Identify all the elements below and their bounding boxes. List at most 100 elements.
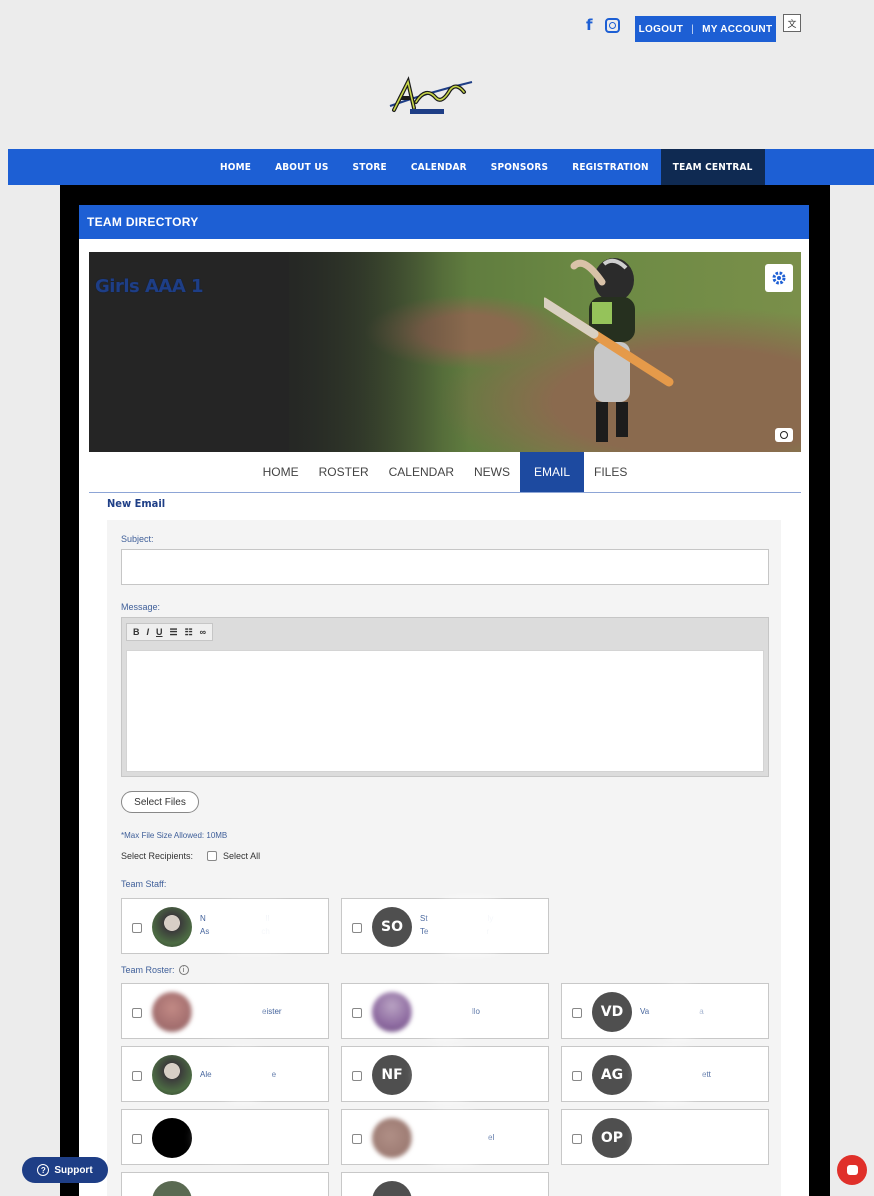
roster-card[interactable]: OP xyxy=(561,1109,769,1165)
avatar xyxy=(152,992,192,1032)
nav-item-registration[interactable]: REGISTRATION xyxy=(560,149,661,185)
message-editor: B I U ☰ ☷ ∞ xyxy=(121,617,769,777)
message-label: Message: xyxy=(121,602,161,612)
avatar: NF xyxy=(372,1055,412,1095)
select-all-checkbox[interactable] xyxy=(207,851,218,861)
tab-email[interactable]: EMAIL xyxy=(520,452,585,492)
avatar: AG xyxy=(592,1055,632,1095)
nav-item-calendar[interactable]: CALENDAR xyxy=(399,149,479,185)
recipient-checkbox[interactable] xyxy=(132,1008,142,1018)
recipient-checkbox[interactable] xyxy=(132,1134,142,1144)
nav-item-sponsors[interactable]: SPONSORS xyxy=(479,149,560,185)
support-label: Support xyxy=(54,1164,93,1176)
roster-card[interactable]: llo xyxy=(341,983,549,1039)
recipient-checkbox[interactable] xyxy=(572,1008,582,1018)
bullet-list-button[interactable]: ☰ xyxy=(170,627,178,638)
new-email-heading: New Email xyxy=(107,497,166,510)
avatar xyxy=(372,1118,412,1158)
main-nav: HOME ABOUT US STORE CALENDAR SPONSORS REGISTR… xyxy=(8,149,874,185)
roster-card[interactable] xyxy=(121,1172,329,1196)
avatar xyxy=(152,1055,192,1095)
email-form: Subject: Message: B I U ☰ ☷ ∞ Select Files *M… xyxy=(107,520,781,1196)
select-files-button[interactable]: Select Files xyxy=(121,791,199,813)
chat-icon[interactable] xyxy=(837,1155,867,1185)
gear-icon[interactable] xyxy=(765,264,793,292)
underline-button[interactable]: U xyxy=(156,627,163,637)
avatar xyxy=(152,907,192,947)
account-separator: | xyxy=(691,23,695,35)
roster-card[interactable]: eister xyxy=(121,983,329,1039)
tab-home[interactable]: HOME xyxy=(253,452,309,492)
roster-card[interactable]: el xyxy=(341,1109,549,1165)
subject-label: Subject: xyxy=(121,534,154,544)
avatar xyxy=(152,1181,192,1196)
recipient-checkbox[interactable] xyxy=(352,1134,362,1144)
avatar: OP xyxy=(592,1118,632,1158)
player-name: eister xyxy=(262,1007,282,1016)
roster-card[interactable]: AG ett xyxy=(561,1046,769,1102)
nav-item-home[interactable]: HOME xyxy=(208,149,263,185)
staff-card[interactable]: SO StlyTer xyxy=(341,898,549,954)
team-banner: Girls AAA 1 xyxy=(89,252,801,452)
roster-card[interactable] xyxy=(341,1172,549,1196)
team-roster-text: Team Roster: xyxy=(121,965,175,975)
account-bar: LOGOUT | MY ACCOUNT xyxy=(635,16,776,42)
team-subnav: HOME ROSTER CALENDAR NEWS EMAIL FILES xyxy=(89,452,801,493)
avatar: VD xyxy=(592,992,632,1032)
team-roster-label: Team Roster: i xyxy=(121,965,189,975)
translate-icon[interactable]: 文 xyxy=(783,14,801,32)
roster-card[interactable]: Ale e xyxy=(121,1046,329,1102)
roster-card[interactable]: VD Vaa xyxy=(561,983,769,1039)
my-account-link[interactable]: MY ACCOUNT xyxy=(702,24,772,35)
avatar xyxy=(372,992,412,1032)
subject-input[interactable] xyxy=(121,549,769,585)
tab-news[interactable]: NEWS xyxy=(464,452,520,492)
logout-link[interactable]: LOGOUT xyxy=(639,24,684,35)
recipient-checkbox[interactable] xyxy=(132,923,142,933)
roster-card[interactable]: NF xyxy=(341,1046,549,1102)
player-name: ett xyxy=(702,1070,711,1079)
recipient-checkbox[interactable] xyxy=(352,1071,362,1081)
team-name: Girls AAA 1 xyxy=(95,276,204,297)
nav-item-team-central[interactable]: TEAM CENTRAL xyxy=(660,149,765,185)
tab-files[interactable]: FILES xyxy=(584,452,637,492)
recipient-checkbox[interactable] xyxy=(132,1071,142,1081)
batter-image xyxy=(544,258,674,442)
instagram-icon[interactable] xyxy=(604,17,620,33)
select-recipients-label: Select Recipients: xyxy=(121,851,194,861)
avatar xyxy=(372,1181,412,1196)
max-file-size-note: *Max File Size Allowed: 10MB xyxy=(121,831,228,840)
avatar xyxy=(152,1118,192,1158)
recipient-checkbox[interactable] xyxy=(352,1008,362,1018)
camera-icon[interactable] xyxy=(775,428,793,442)
editor-toolbar: B I U ☰ ☷ ∞ xyxy=(126,623,214,641)
message-textarea[interactable] xyxy=(126,650,764,772)
numbered-list-button[interactable]: ☷ xyxy=(185,627,193,638)
player-name: llo xyxy=(472,1007,481,1016)
nav-item-store[interactable]: STORE xyxy=(341,149,399,185)
support-button[interactable]: ? Support xyxy=(22,1157,108,1183)
recipient-checkbox[interactable] xyxy=(572,1071,582,1081)
recipient-checkbox[interactable] xyxy=(572,1134,582,1144)
staff-card[interactable]: NllAsch xyxy=(121,898,329,954)
italic-button[interactable]: I xyxy=(147,627,150,637)
site-logo[interactable] xyxy=(380,72,480,122)
link-button[interactable]: ∞ xyxy=(200,627,206,637)
recipient-checkbox[interactable] xyxy=(352,923,362,933)
team-staff-text: Team Staff: xyxy=(121,879,167,889)
facebook-icon[interactable]: f xyxy=(586,16,593,34)
team-staff-label: Team Staff: xyxy=(121,879,166,889)
bold-button[interactable]: B xyxy=(133,627,140,637)
roster-card[interactable] xyxy=(121,1109,329,1165)
help-icon: ? xyxy=(37,1164,50,1176)
avatar: SO xyxy=(372,907,412,947)
tab-calendar[interactable]: CALENDAR xyxy=(379,452,464,492)
info-icon[interactable]: i xyxy=(178,965,189,975)
select-all-label[interactable]: Select All xyxy=(223,851,260,861)
social-links: f xyxy=(586,16,620,34)
nav-item-about-us[interactable]: ABOUT US xyxy=(263,149,340,185)
player-name: el xyxy=(488,1133,495,1142)
team-directory-panel: TEAM DIRECTORY Girls AAA 1 HOME ROSTER CAL… xyxy=(79,205,809,1196)
team-directory-header: TEAM DIRECTORY xyxy=(79,205,809,239)
tab-roster[interactable]: ROSTER xyxy=(309,452,379,492)
